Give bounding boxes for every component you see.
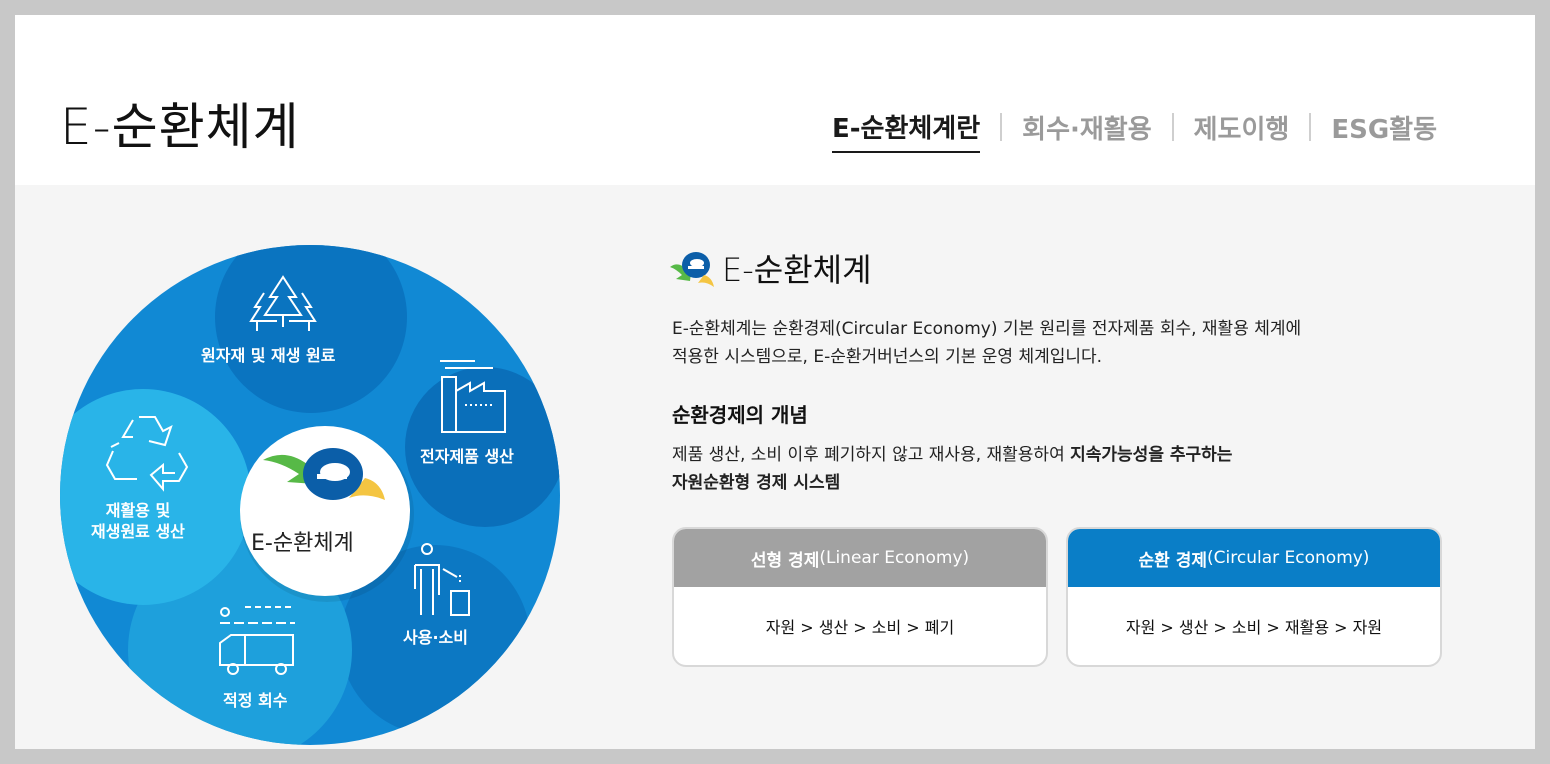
concept-text-bold: 지속가능성을 추구하는 xyxy=(1070,445,1233,465)
section-title: E-순환체계 xyxy=(722,251,872,289)
info-panel: E-순환체계 E-순환체계는 순환경제(Circular Economy) 기본… xyxy=(670,185,1490,749)
tab-esg[interactable]: ESG활동 xyxy=(1331,109,1437,152)
linear-economy-card-header: 선형 경제 (Linear Economy) xyxy=(674,529,1046,587)
tab-divider xyxy=(1000,112,1003,141)
concept-text: 제품 생산, 소비 이후 폐기하지 않고 재사용, 재활용하여 xyxy=(672,445,1071,465)
card-title-bold: 선형 경제 xyxy=(750,550,820,571)
circular-economy-card: 순환 경제 (Circular Economy) 자원 > 생산 > 소비 > 재… xyxy=(1066,527,1442,667)
segment-recycling-label: 재활용 및 재생원료 생산 xyxy=(91,500,185,542)
segment-raw-materials-bg xyxy=(215,245,407,413)
tab-compliance[interactable]: 제도이행 xyxy=(1194,109,1290,152)
segment-production-label: 전자제품 생산 xyxy=(420,447,514,466)
description-line: E-순환체계는 순환경제(Circular Economy) 기본 원리를 전자… xyxy=(672,319,1302,339)
tab-collection-recycling[interactable]: 회수·재활용 xyxy=(1022,109,1151,152)
tab-e-circulation[interactable]: E-순환체계란 xyxy=(832,108,981,153)
tab-divider xyxy=(1171,112,1174,141)
segment-recycling-label-line2: 재생원료 생산 xyxy=(91,522,185,541)
center-label: E-순환체계 xyxy=(251,531,354,556)
segment-collection-label: 적정 회수 xyxy=(223,691,288,710)
concept-title: 순환경제의 개념 xyxy=(672,403,808,427)
main-content: 원자재 및 재생 원료 전자제품 생산 사용·소비 적정 회수 재활용 및 재생… xyxy=(15,185,1535,749)
card-title-rest: (Circular Economy) xyxy=(1207,548,1370,568)
description-line: 적용한 시스템으로, E-순환거버넌스의 기본 운영 체계입니다. xyxy=(672,347,1103,367)
concept-description: 제품 생산, 소비 이후 폐기하지 않고 재사용, 재활용하여 지속가능성을 추… xyxy=(672,441,1232,497)
linear-economy-flow: 자원 > 생산 > 소비 > 폐기 xyxy=(765,618,955,637)
concept-text-bold: 자원순환형 경제 시스템 xyxy=(672,473,841,493)
section-description: E-순환체계는 순환경제(Circular Economy) 기본 원리를 전자… xyxy=(672,315,1412,371)
segment-recycling-label-line1: 재활용 및 xyxy=(105,501,171,520)
e-logo-icon xyxy=(670,252,714,287)
circular-economy-flow: 자원 > 생산 > 소비 > 재활용 > 자원 xyxy=(1125,618,1383,637)
segment-raw-materials-label: 원자재 및 재생 원료 xyxy=(201,346,336,365)
page-title: E-순환체계 xyxy=(60,98,300,156)
card-title-bold: 순환 경제 xyxy=(1138,550,1208,571)
tab-divider xyxy=(1309,112,1312,141)
page-header: E-순환체계 E-순환체계란 회수·재활용 제도이행 ESG활동 xyxy=(15,15,1535,185)
tab-nav: E-순환체계란 회수·재활용 제도이행 ESG활동 xyxy=(832,108,1437,153)
circular-economy-card-header: 순환 경제 (Circular Economy) xyxy=(1068,529,1440,587)
page-frame: E-순환체계 E-순환체계란 회수·재활용 제도이행 ESG활동 원자재 및 재… xyxy=(15,15,1535,749)
segment-usage-label: 사용·소비 xyxy=(403,628,468,647)
linear-economy-card: 선형 경제 (Linear Economy) 자원 > 생산 > 소비 > 폐기 xyxy=(672,527,1048,667)
cycle-diagram-graphic xyxy=(60,245,560,745)
segment-recycling-bg xyxy=(60,389,251,605)
cycle-diagram: 원자재 및 재생 원료 전자제품 생산 사용·소비 적정 회수 재활용 및 재생… xyxy=(15,185,615,749)
card-title-rest: (Linear Economy) xyxy=(819,548,970,568)
